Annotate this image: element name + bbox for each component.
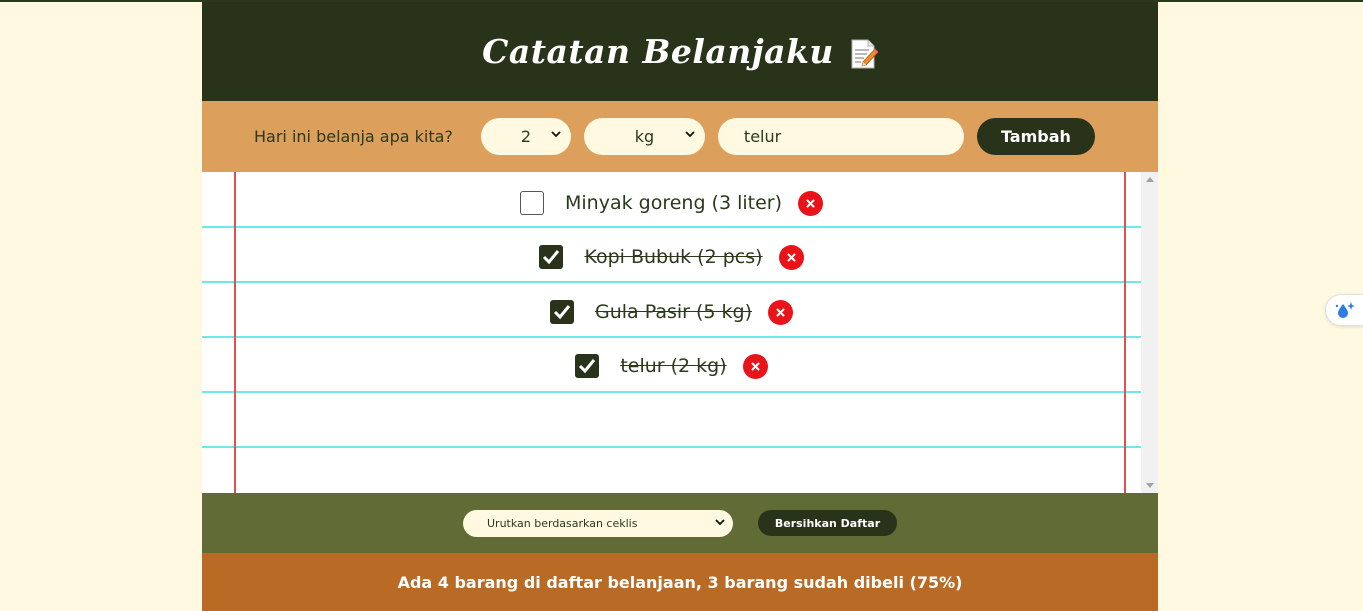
- list-item: Gula Pasir (5 kg): [202, 285, 1141, 339]
- unit-value: kg: [634, 127, 655, 146]
- item-checkbox[interactable]: [549, 300, 574, 324]
- form-prompt: Hari ini belanja apa kita?: [254, 127, 453, 146]
- list-item: telur (2 kg): [202, 339, 1141, 393]
- stats-text: Ada 4 barang di daftar belanjaan, 3 bara…: [397, 572, 963, 592]
- list-actions: Urutkan berdasarkan ceklis Bersihkan Daf…: [202, 493, 1158, 553]
- delete-item-button[interactable]: [742, 353, 768, 379]
- close-icon: [787, 253, 796, 261]
- list-item: Minyak goreng (3 liter): [202, 176, 1141, 230]
- delete-item-button[interactable]: [798, 190, 823, 216]
- item-label: Minyak goreng (3 liter): [564, 192, 782, 214]
- page-title: Catatan Belanjaku: [482, 32, 834, 71]
- list-item: Kopi Bubuk (2 pcs): [202, 230, 1141, 284]
- delete-item-button[interactable]: [778, 244, 804, 270]
- sort-select[interactable]: Urutkan berdasarkan ceklis: [463, 509, 733, 537]
- unit-select[interactable]: kg: [583, 118, 705, 155]
- delete-item-button[interactable]: [768, 299, 794, 325]
- sort-value: Urutkan berdasarkan ceklis: [487, 516, 638, 530]
- item-checkbox[interactable]: [539, 245, 564, 269]
- chevron-down-icon: [551, 131, 561, 138]
- item-label: telur (2 kg): [620, 355, 727, 377]
- add-item-form: Hari ini belanja apa kita? 2 kg telur Ta…: [202, 101, 1158, 172]
- quantity-select[interactable]: 2: [480, 118, 571, 155]
- shopping-app: Catatan Belanjaku Hari ini belanja apa k…: [202, 2, 1158, 611]
- memo-icon: [848, 38, 879, 70]
- add-item-button[interactable]: Tambah: [976, 118, 1095, 155]
- clear-list-button[interactable]: Bersihkan Daftar: [758, 510, 897, 536]
- item-checkbox[interactable]: [519, 191, 544, 215]
- shopping-list[interactable]: Minyak goreng (3 liter) Kopi Bubuk (2 pc…: [202, 172, 1158, 493]
- floating-extension-button[interactable]: [1325, 294, 1363, 326]
- close-icon: [751, 362, 760, 370]
- quantity-value: 2: [520, 127, 532, 146]
- chevron-down-icon: [685, 131, 695, 138]
- header: Catatan Belanjaku: [202, 2, 1158, 101]
- item-input-value: telur: [743, 127, 782, 146]
- list-scrollbar[interactable]: [1141, 172, 1158, 493]
- droplet-sparkle-icon: [1335, 302, 1355, 318]
- close-icon: [806, 199, 815, 207]
- checkmark-icon: [579, 359, 596, 374]
- item-checkbox[interactable]: [575, 354, 600, 378]
- item-label: Gula Pasir (5 kg): [594, 301, 753, 323]
- close-icon: [776, 308, 785, 316]
- item-label: Kopi Bubuk (2 pcs): [584, 246, 763, 268]
- checkmark-icon: [543, 250, 560, 265]
- checkmark-icon: [553, 305, 571, 320]
- scroll-down-arrow-icon[interactable]: [1146, 483, 1154, 488]
- scroll-up-arrow-icon[interactable]: [1146, 177, 1154, 182]
- stats-footer: Ada 4 barang di daftar belanjaan, 3 bara…: [202, 553, 1158, 611]
- chevron-down-icon: [715, 518, 725, 525]
- item-name-input[interactable]: telur: [717, 118, 964, 155]
